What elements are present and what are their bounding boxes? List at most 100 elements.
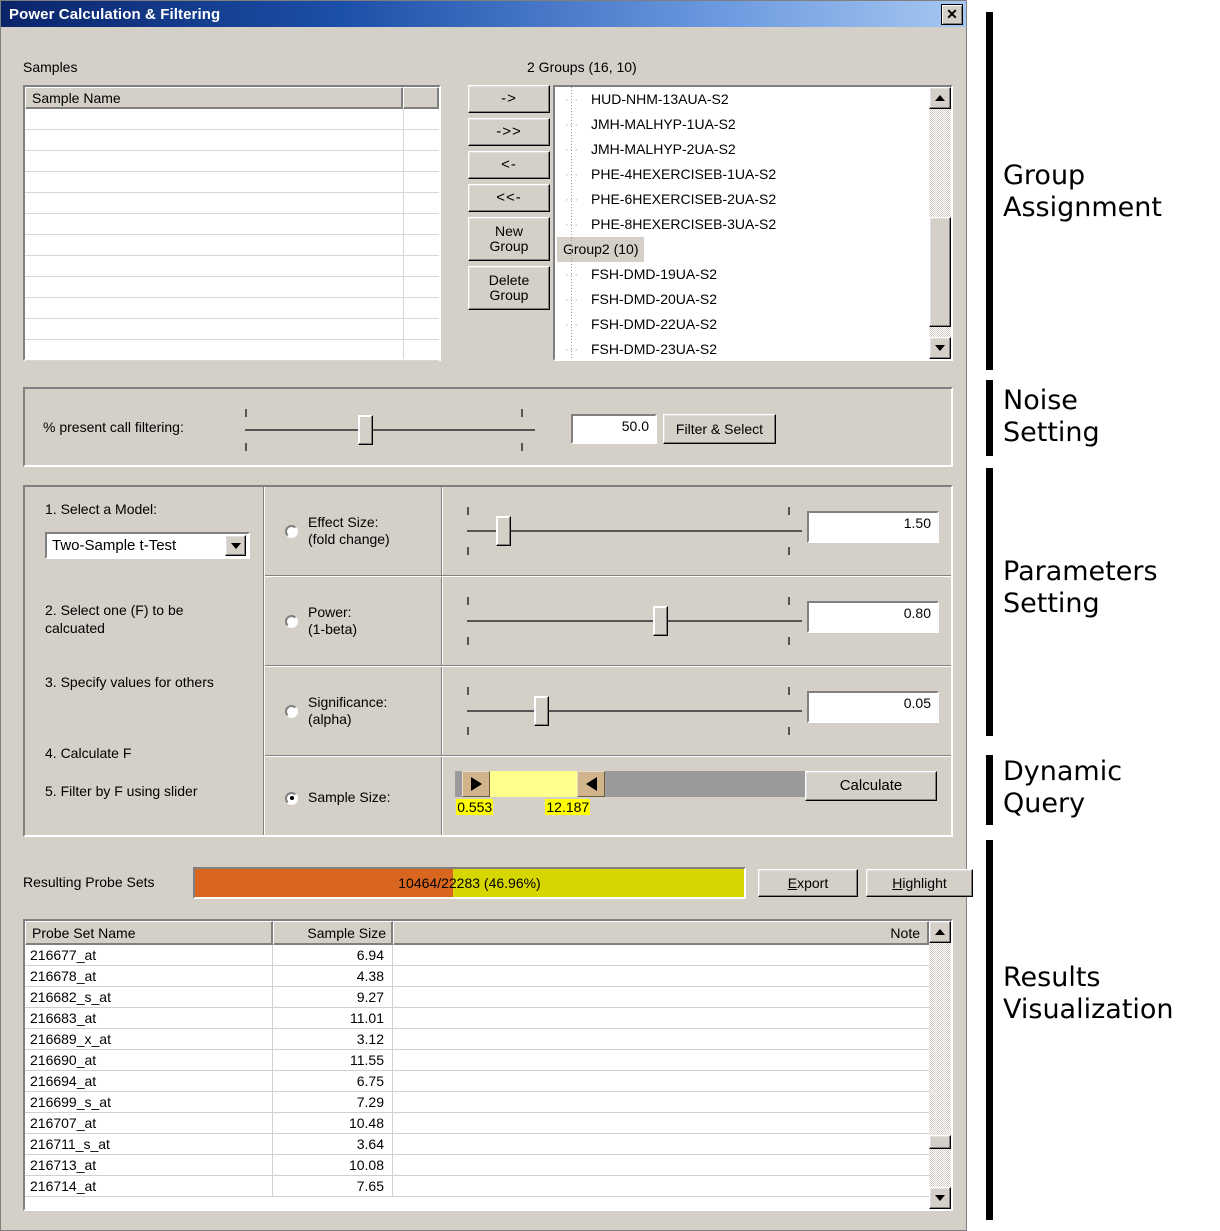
close-icon[interactable]: ✕ <box>941 3 963 25</box>
group-sample-item[interactable]: ··· FSH-DMD-23UA-S2 <box>555 337 951 359</box>
table-row[interactable]: 216713_at 10.08 <box>25 1155 951 1176</box>
highlight-button[interactable]: Highlight <box>866 869 973 897</box>
table-row[interactable]: 216683_at 11.01 <box>25 1008 951 1029</box>
group-sample-item[interactable]: ··· FSH-DMD-19UA-S2 <box>555 262 951 287</box>
group-sample-item[interactable]: ··· PHE-6HEXERCISEB-2UA-S2 <box>555 187 951 212</box>
annotation-bracket-noise-filtering <box>986 380 993 456</box>
slider-track[interactable] <box>467 620 802 622</box>
new-group-button[interactable]: New Group <box>468 217 550 261</box>
power-option[interactable]: Power: (1-beta) <box>265 577 443 665</box>
table-row[interactable]: 216690_at 11.55 <box>25 1050 951 1071</box>
slider-track[interactable] <box>245 429 535 431</box>
column-header-probe-set-name[interactable]: Probe Set Name <box>25 921 273 945</box>
model-select[interactable]: Two-Sample t-Test <box>45 532 250 559</box>
power-value[interactable]: 0.80 <box>807 601 939 633</box>
list-item[interactable] <box>25 130 439 151</box>
results-table[interactable]: Probe Set Name Sample Size Note 216677_a… <box>23 919 953 1211</box>
move-all-right-button[interactable]: ->> <box>468 118 550 146</box>
effect-size-option[interactable]: Effect Size: (fold change) <box>265 487 443 575</box>
group-sample-item[interactable]: ··· HUD-NHM-13AUA-S2 <box>555 87 951 112</box>
table-row[interactable]: 216699_s_at 7.29 <box>25 1092 951 1113</box>
sample-size-radio[interactable] <box>285 791 298 805</box>
calculate-button[interactable]: Calculate <box>805 771 937 801</box>
significance-value[interactable]: 0.05 <box>807 691 939 723</box>
export-button[interactable]: Export <box>758 869 858 897</box>
slider-thumb[interactable] <box>495 516 511 546</box>
effect-size-value[interactable]: 1.50 <box>807 511 939 543</box>
slider-track[interactable] <box>467 710 802 712</box>
table-row[interactable]: 216707_at 10.48 <box>25 1113 951 1134</box>
group-sample-item[interactable]: ··· PHE-4HEXERCISEB-1UA-S2 <box>555 162 951 187</box>
groups-tree[interactable]: ··· HUD-NHM-13AUA-S2 ··· JMH-MALHYP-1UA-S2 ·… <box>553 85 953 361</box>
move-all-left-button[interactable]: <<- <box>468 184 550 212</box>
list-item[interactable] <box>25 214 439 235</box>
list-item[interactable] <box>25 256 439 277</box>
filter-select-button[interactable]: Filter & Select <box>663 414 776 444</box>
results-scrollbar-track[interactable] <box>929 943 951 1187</box>
delete-group-button[interactable]: Delete Group <box>468 266 550 310</box>
scroll-down-icon[interactable] <box>929 337 951 359</box>
table-row[interactable]: 216689_x_at 3.12 <box>25 1029 951 1050</box>
chevron-down-icon[interactable] <box>225 535 246 556</box>
cell-probe-set-name: 216711_s_at <box>25 1134 273 1154</box>
group-sample-item[interactable]: ··· PHE-8HEXERCISEB-3UA-S2 <box>555 212 951 237</box>
column-header-note[interactable]: Note <box>393 921 929 945</box>
significance-radio[interactable] <box>285 704 298 718</box>
dynamic-query-max-handle[interactable] <box>577 771 606 797</box>
list-item[interactable] <box>25 277 439 298</box>
slider-thumb[interactable] <box>534 696 550 726</box>
group-header-row[interactable]: Group2 (10) <box>555 237 951 262</box>
groups-scrollbar[interactable] <box>929 87 951 359</box>
list-item[interactable] <box>25 172 439 193</box>
samples-list-body[interactable] <box>25 109 439 361</box>
list-item[interactable] <box>25 319 439 340</box>
results-table-body[interactable]: Probe Set Name Sample Size Note 216677_a… <box>25 921 951 1209</box>
power-label: Power: (1-beta) <box>308 604 357 639</box>
group-sample-item[interactable]: ··· FSH-DMD-20UA-S2 <box>555 287 951 312</box>
slider-thumb[interactable] <box>357 415 373 445</box>
slider-track[interactable] <box>467 530 802 532</box>
annotation-noise-filtering-line2: Setting <box>1003 416 1100 448</box>
results-scrollbar[interactable] <box>929 921 951 1209</box>
slider-thumb[interactable] <box>652 606 668 636</box>
dynamic-query-range-slider[interactable] <box>455 771 815 797</box>
table-row[interactable]: 216694_at 6.75 <box>25 1071 951 1092</box>
groups-tree-body[interactable]: ··· HUD-NHM-13AUA-S2 ··· JMH-MALHYP-1UA-S2 ·… <box>555 87 951 359</box>
group-sample-item[interactable]: ··· FSH-DMD-22UA-S2 <box>555 312 951 337</box>
list-item[interactable] <box>25 298 439 319</box>
present-call-filtering-slider[interactable] <box>245 409 535 451</box>
list-item[interactable] <box>25 340 439 361</box>
groups-scrollbar-thumb[interactable] <box>929 217 951 327</box>
effect-size-slider[interactable] <box>467 507 802 555</box>
list-item[interactable] <box>25 235 439 256</box>
effect-size-radio[interactable] <box>285 524 298 538</box>
move-right-button[interactable]: -> <box>468 85 550 113</box>
move-left-button[interactable]: <- <box>468 151 550 179</box>
samples-column-header-blank[interactable] <box>403 87 439 109</box>
scroll-down-icon[interactable] <box>929 1187 951 1209</box>
samples-list[interactable]: Sample Name <box>23 85 441 361</box>
table-row[interactable]: 216682_s_at 9.27 <box>25 987 951 1008</box>
present-call-filtering-value[interactable]: 50.0 <box>571 414 657 444</box>
column-header-sample-size[interactable]: Sample Size <box>273 921 393 945</box>
table-row[interactable]: 216677_at 6.94 <box>25 945 951 966</box>
significance-slider[interactable] <box>467 687 802 735</box>
scroll-up-icon[interactable] <box>929 87 951 109</box>
samples-column-header-name[interactable]: Sample Name <box>25 87 403 109</box>
group-sample-item[interactable]: ··· JMH-MALHYP-2UA-S2 <box>555 137 951 162</box>
samples-label: Samples <box>23 59 78 75</box>
sample-size-option[interactable]: Sample Size: <box>265 757 443 839</box>
list-item[interactable] <box>25 193 439 214</box>
scroll-up-icon[interactable] <box>929 921 951 943</box>
significance-option[interactable]: Significance: (alpha) <box>265 667 443 755</box>
table-row[interactable]: 216714_at 7.65 <box>25 1176 951 1197</box>
power-radio[interactable] <box>285 614 298 628</box>
table-row[interactable]: 216678_at 4.38 <box>25 966 951 987</box>
table-row[interactable]: 216711_s_at 3.64 <box>25 1134 951 1155</box>
dynamic-query-min-handle[interactable] <box>462 771 491 797</box>
list-item[interactable] <box>25 109 439 130</box>
group-sample-item[interactable]: ··· JMH-MALHYP-1UA-S2 <box>555 112 951 137</box>
list-item[interactable] <box>25 151 439 172</box>
results-scrollbar-thumb[interactable] <box>929 1135 951 1149</box>
power-slider[interactable] <box>467 597 802 645</box>
